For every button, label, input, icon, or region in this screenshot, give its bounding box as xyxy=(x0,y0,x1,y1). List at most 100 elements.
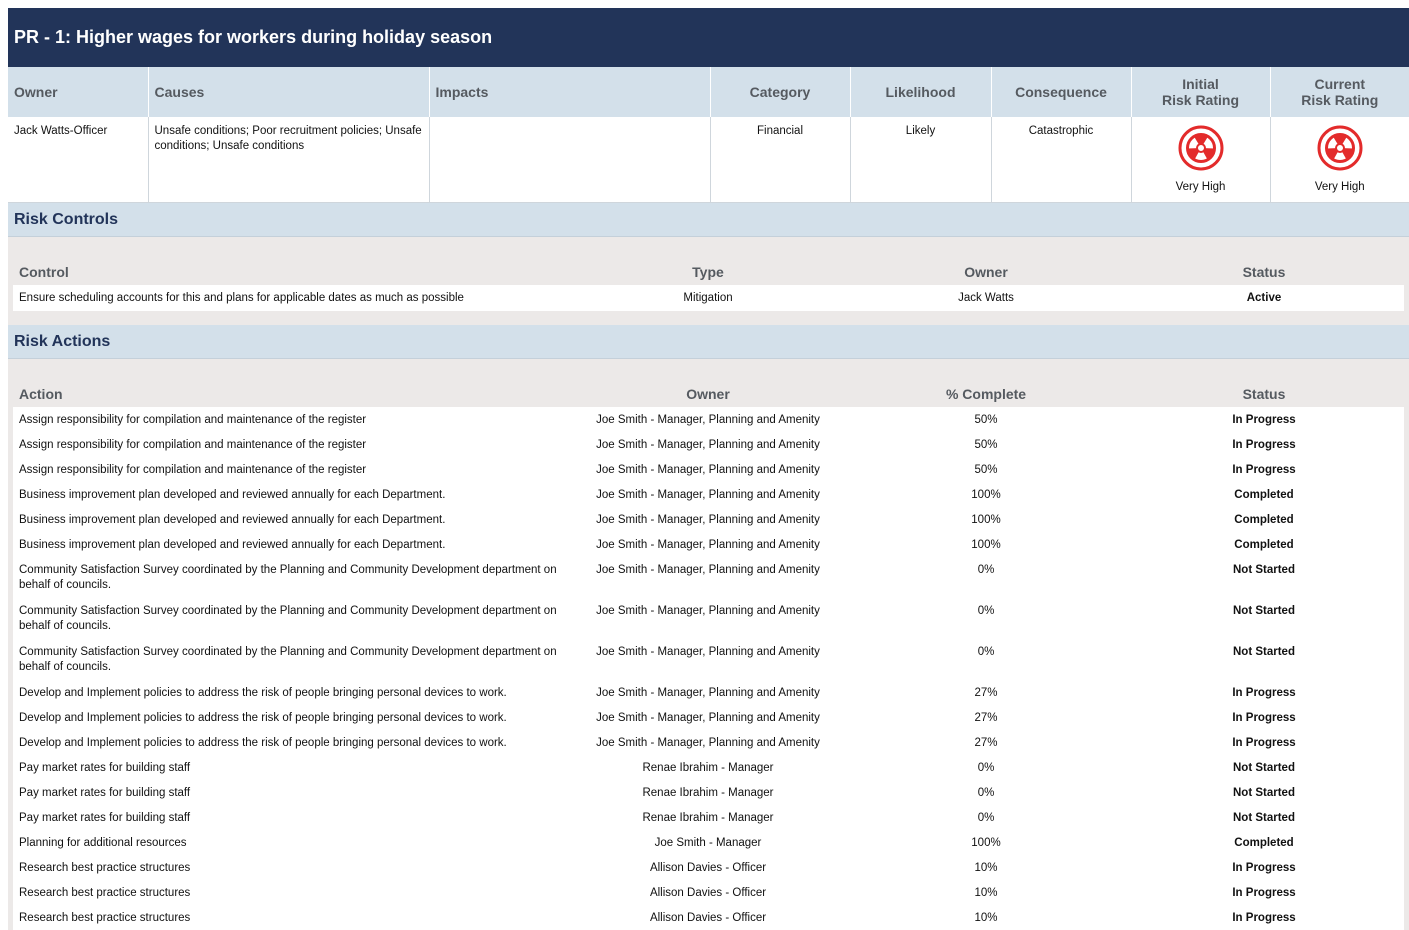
action-owner: Joe Smith - Manager, Planning and Amenit… xyxy=(568,705,848,730)
risk-summary-table: Owner Causes Impacts Category Likelihood… xyxy=(8,67,1409,203)
risk-header-row: Owner Causes Impacts Category Likelihood… xyxy=(8,67,1409,117)
header-initial-line1: Initial xyxy=(1182,76,1219,92)
actions-header-status: Status xyxy=(1124,359,1404,407)
action-status: In Progress xyxy=(1124,705,1404,730)
risk-controls-title: Risk Controls xyxy=(14,210,119,228)
action-row: Pay market rates for building staff Renae… xyxy=(13,780,1404,805)
header-consequence: Consequence xyxy=(991,67,1132,117)
controls-header-owner: Owner xyxy=(848,237,1124,285)
action-name: Research best practice structures xyxy=(13,880,568,905)
action-complete: 10% xyxy=(848,905,1124,930)
header-initial-line2: Risk Rating xyxy=(1161,92,1239,108)
risk-controls-table: Control Type Owner Status Ensure schedul… xyxy=(13,237,1404,311)
action-row: Pay market rates for building staff Renae… xyxy=(13,805,1404,830)
action-status: Completed xyxy=(1124,482,1404,507)
action-row: Research best practice structures Allison… xyxy=(13,855,1404,880)
header-current-line1: Current xyxy=(1314,76,1366,92)
action-name: Community Satisfaction Survey coordinate… xyxy=(13,557,568,598)
action-row: Develop and Implement policies to addres… xyxy=(13,680,1404,705)
risk-actions-heading: Risk Actions xyxy=(8,325,1409,359)
risk-impacts xyxy=(429,117,711,203)
action-row: Pay market rates for building staff Renae… xyxy=(13,755,1404,780)
controls-header-row: Control Type Owner Status xyxy=(13,237,1404,285)
action-row: Develop and Implement policies to addres… xyxy=(13,730,1404,755)
action-status: In Progress xyxy=(1124,680,1404,705)
header-impacts: Impacts xyxy=(429,67,711,117)
control-name: Ensure scheduling accounts for this and … xyxy=(13,285,568,311)
current-rating-cell: Very High xyxy=(1270,117,1409,203)
header-current-line2: Risk Rating xyxy=(1301,92,1379,108)
action-status: In Progress xyxy=(1124,905,1404,930)
action-complete: 0% xyxy=(848,755,1124,780)
current-rating-label: Very High xyxy=(1314,181,1365,193)
actions-header-complete: % Complete xyxy=(848,359,1124,407)
risk-consequence: Catastrophic xyxy=(991,117,1132,203)
action-owner: Joe Smith - Manager xyxy=(568,830,848,855)
initial-rating-label: Very High xyxy=(1175,181,1226,193)
hazard-icon xyxy=(1177,124,1225,172)
header-owner: Owner xyxy=(8,67,149,117)
risk-likelihood: Likely xyxy=(850,117,992,203)
action-owner: Joe Smith - Manager, Planning and Amenit… xyxy=(568,730,848,755)
action-name: Pay market rates for building staff xyxy=(13,805,568,830)
action-owner: Joe Smith - Manager, Planning and Amenit… xyxy=(568,680,848,705)
action-status: Not Started xyxy=(1124,755,1404,780)
action-row: Assign responsibility for compilation an… xyxy=(13,432,1404,457)
action-name: Business improvement plan developed and … xyxy=(13,482,568,507)
action-complete: 50% xyxy=(848,457,1124,482)
actions-header-row: Action Owner % Complete Status xyxy=(13,359,1404,407)
action-name: Community Satisfaction Survey coordinate… xyxy=(13,639,568,680)
action-owner: Joe Smith - Manager, Planning and Amenit… xyxy=(568,432,848,457)
action-name: Assign responsibility for compilation an… xyxy=(13,457,568,482)
action-name: Pay market rates for building staff xyxy=(13,755,568,780)
action-owner: Joe Smith - Manager, Planning and Amenit… xyxy=(568,598,848,639)
action-row: Business improvement plan developed and … xyxy=(13,507,1404,532)
action-row: Community Satisfaction Survey coordinate… xyxy=(13,557,1404,598)
header-initial-rating: Initial Risk Rating xyxy=(1131,67,1271,117)
action-complete: 100% xyxy=(848,482,1124,507)
header-likelihood: Likelihood xyxy=(850,67,992,117)
action-complete: 100% xyxy=(848,507,1124,532)
action-row: Community Satisfaction Survey coordinate… xyxy=(13,598,1404,639)
action-row: Research best practice structures Allison… xyxy=(13,880,1404,905)
action-owner: Allison Davies - Officer xyxy=(568,905,848,930)
action-status: Completed xyxy=(1124,830,1404,855)
action-name: Develop and Implement policies to addres… xyxy=(13,730,568,755)
action-owner: Joe Smith - Manager, Planning and Amenit… xyxy=(568,482,848,507)
action-row: Assign responsibility for compilation an… xyxy=(13,457,1404,482)
risk-owner: Jack Watts-Officer xyxy=(8,117,149,203)
actions-header-action: Action xyxy=(13,359,568,407)
control-status: Active xyxy=(1124,285,1404,311)
action-status: In Progress xyxy=(1124,855,1404,880)
risk-report-page: PR - 1: Higher wages for workers during … xyxy=(8,8,1409,930)
action-name: Research best practice structures xyxy=(13,905,568,930)
action-name: Community Satisfaction Survey coordinate… xyxy=(13,598,568,639)
action-status: Not Started xyxy=(1124,557,1404,598)
action-name: Research best practice structures xyxy=(13,855,568,880)
risk-causes: Unsafe conditions; Poor recruitment poli… xyxy=(148,117,430,203)
action-status: Not Started xyxy=(1124,780,1404,805)
action-owner: Allison Davies - Officer xyxy=(568,880,848,905)
action-status: Not Started xyxy=(1124,639,1404,680)
control-type: Mitigation xyxy=(568,285,848,311)
action-complete: 0% xyxy=(848,639,1124,680)
actions-header-owner: Owner xyxy=(568,359,848,407)
action-complete: 50% xyxy=(848,407,1124,432)
action-owner: Renae Ibrahim - Manager xyxy=(568,805,848,830)
action-row: Assign responsibility for compilation an… xyxy=(13,407,1404,432)
header-causes: Causes xyxy=(148,67,430,117)
action-owner: Joe Smith - Manager, Planning and Amenit… xyxy=(568,457,848,482)
action-status: In Progress xyxy=(1124,730,1404,755)
action-name: Develop and Implement policies to addres… xyxy=(13,680,568,705)
risk-category: Financial xyxy=(710,117,851,203)
action-status: In Progress xyxy=(1124,880,1404,905)
control-owner: Jack Watts xyxy=(848,285,1124,311)
action-status: In Progress xyxy=(1124,457,1404,482)
action-name: Develop and Implement policies to addres… xyxy=(13,705,568,730)
action-owner: Allison Davies - Officer xyxy=(568,855,848,880)
action-complete: 100% xyxy=(848,532,1124,557)
risk-title: PR - 1: Higher wages for workers during … xyxy=(14,27,493,47)
action-complete: 0% xyxy=(848,780,1124,805)
risk-actions-section: Action Owner % Complete Status Assign re… xyxy=(8,359,1409,930)
action-status: In Progress xyxy=(1124,407,1404,432)
